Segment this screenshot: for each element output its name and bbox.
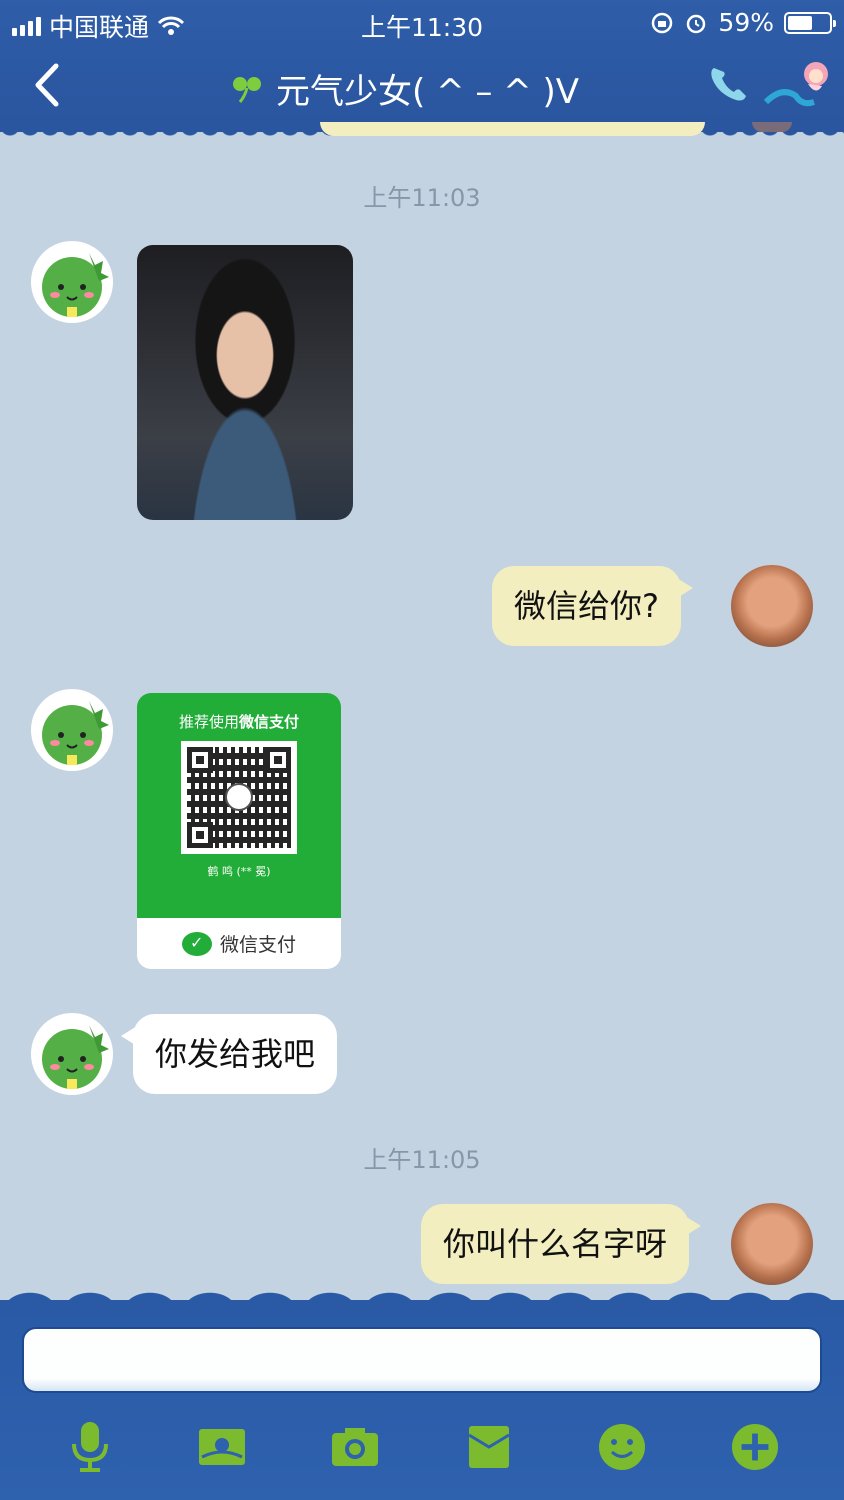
chat-title-text: 元气少女( ^ – ^ )V <box>276 72 579 112</box>
nav-header: 中国联通 上午11:30 59% 元气少女(^ – ^)V <box>0 0 844 138</box>
previous-message-bubble[interactable] <box>320 122 705 136</box>
message-text: 微信给你? <box>514 587 659 625</box>
pay-card-header: 推荐使用微信支付 <box>178 713 300 731</box>
plus-icon[interactable] <box>731 1420 779 1474</box>
message-input[interactable] <box>22 1327 822 1393</box>
battery-percent: 59% <box>718 8 774 37</box>
emoji-icon[interactable] <box>598 1420 646 1474</box>
input-bar <box>0 1290 844 1500</box>
wechat-pay-card[interactable]: 推荐使用微信支付 鹤 鸣 (** 冕) 微信支付 <box>137 693 341 969</box>
envelope-icon[interactable] <box>465 1420 513 1474</box>
mermaid-theme-icon <box>763 62 828 107</box>
contact-avatar[interactable] <box>31 689 113 771</box>
previous-avatar[interactable] <box>752 122 792 132</box>
message-list[interactable]: 上午11:03 微信给你? 推荐使用微信支付 鹤 鸣 (** 冕) ✓ 微信支付… <box>0 122 844 1307</box>
message-bubble-outgoing[interactable]: 微信给你? <box>492 566 693 646</box>
back-button[interactable] <box>28 62 68 108</box>
payee-name: 鹤 鸣 (** 冕) <box>207 865 271 878</box>
chat-title: 元气少女( ^ – ^ )V <box>230 64 579 113</box>
pay-card-footer: 微信支付 <box>219 934 296 956</box>
timestamp: 上午11:05 <box>363 1146 481 1174</box>
message-text: 你发给我吧 <box>155 1035 316 1073</box>
battery-icon <box>784 11 836 34</box>
input-toolbar <box>0 1420 844 1480</box>
alarm-icon <box>687 14 706 33</box>
my-avatar[interactable] <box>731 1203 813 1285</box>
contact-avatar[interactable] <box>31 241 113 323</box>
timestamp: 上午11:03 <box>363 184 481 212</box>
my-avatar[interactable] <box>731 565 813 647</box>
message-text: 你叫什么名字呀 <box>443 1225 668 1263</box>
qr-code[interactable] <box>181 741 297 854</box>
microphone-icon[interactable] <box>66 1420 114 1474</box>
message-bubble-incoming[interactable]: 你发给我吧 <box>120 1014 338 1094</box>
photo-message[interactable] <box>137 245 353 520</box>
wave-decoration <box>0 1290 844 1310</box>
wechat-pay-icon <box>181 931 212 956</box>
qr-avatar-icon <box>225 783 253 811</box>
contact-avatar[interactable] <box>31 1013 113 1095</box>
clover-icon <box>233 76 261 103</box>
camera-icon[interactable] <box>331 1420 379 1474</box>
rotation-lock-icon <box>652 12 673 33</box>
phone-call-button[interactable] <box>706 62 750 106</box>
image-icon[interactable] <box>198 1420 246 1474</box>
message-bubble-outgoing[interactable]: 你叫什么名字呀 <box>421 1204 702 1284</box>
status-bar: 中国联通 上午11:30 59% <box>0 6 844 42</box>
